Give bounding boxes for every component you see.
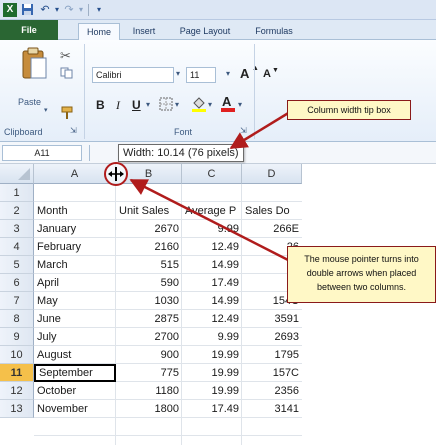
- tip-box-callout: Column width tip box: [287, 100, 411, 120]
- pointer-note-callout: The mouse pointer turns into double arro…: [287, 246, 436, 303]
- annotation-arrows: [129, 110, 293, 264]
